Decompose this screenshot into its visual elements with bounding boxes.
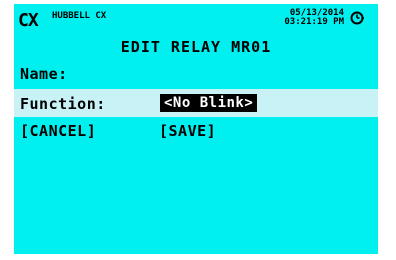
save-button[interactable]: [SAVE] — [159, 122, 216, 140]
logo: CX — [18, 10, 39, 31]
time-text: 03:21:19 PM — [284, 17, 344, 27]
cancel-button[interactable]: [CANCEL] — [20, 122, 96, 140]
function-value-selector[interactable]: <No Blink> — [160, 94, 258, 112]
name-row[interactable]: Name: — [14, 62, 378, 86]
clock-icon — [350, 11, 364, 25]
name-label: Name: — [20, 65, 68, 83]
device-screen: CX HUBBELL CX 05/13/2014 03:21:19 PM EDI… — [14, 4, 378, 254]
brand-name: HUBBELL CX — [52, 11, 107, 21]
action-row: [CANCEL] [SAVE] — [14, 116, 378, 140]
function-row[interactable]: Function: <No Blink> — [14, 89, 378, 117]
datetime: 05/13/2014 03:21:19 PM — [264, 9, 344, 27]
function-label: Function: — [20, 95, 106, 113]
page-title: EDIT RELAY MR01 — [120, 38, 272, 56]
status-bar: CX HUBBELL CX 05/13/2014 03:21:19 PM — [14, 4, 378, 40]
